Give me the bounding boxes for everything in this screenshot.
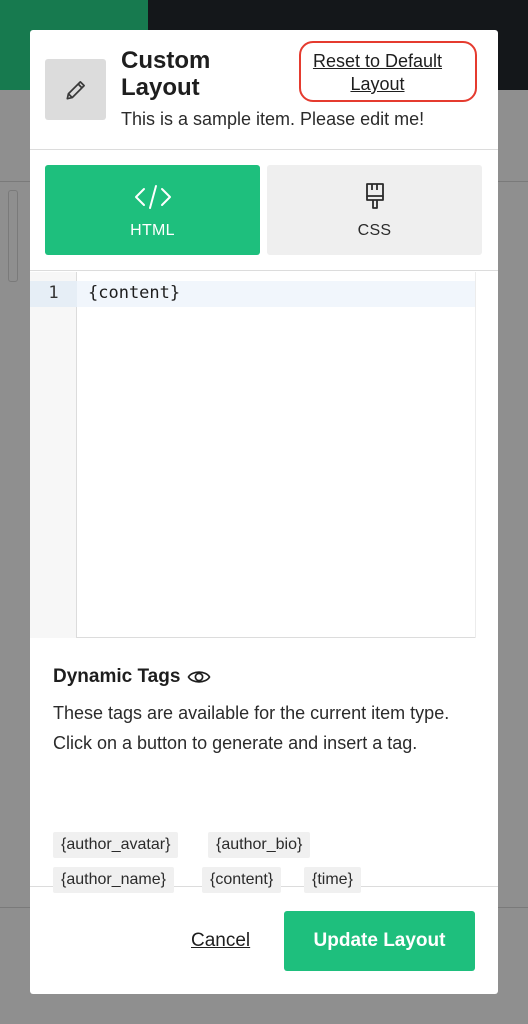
code-line[interactable]: {content} bbox=[88, 281, 180, 305]
modal-footer: Cancel Update Layout bbox=[30, 888, 498, 994]
editor-scrollbar[interactable] bbox=[475, 272, 498, 638]
line-number: 1 bbox=[30, 281, 77, 307]
editor-gutter bbox=[30, 272, 77, 638]
reset-to-default-link[interactable]: Reset to Default Layout bbox=[307, 50, 448, 96]
code-icon bbox=[134, 181, 172, 213]
cancel-button[interactable]: Cancel bbox=[191, 930, 250, 952]
modal-header: Custom Layout This is a sample item. Ple… bbox=[30, 30, 498, 150]
tab-html[interactable]: HTML bbox=[45, 165, 260, 255]
tab-css[interactable]: CSS bbox=[267, 165, 482, 255]
modal-subtitle: This is a sample item. Please edit me! bbox=[121, 109, 425, 129]
custom-layout-modal: Custom Layout This is a sample item. Ple… bbox=[30, 30, 498, 994]
dynamic-tags-description: These tags are available for the current… bbox=[53, 703, 450, 753]
dynamic-tags-title: Dynamic Tags bbox=[53, 666, 181, 687]
eye-icon[interactable] bbox=[187, 668, 211, 686]
modal-title: Custom Layout bbox=[121, 47, 211, 101]
update-layout-button[interactable]: Update Layout bbox=[284, 911, 475, 971]
tab-css-label: CSS bbox=[357, 221, 392, 239]
dynamic-tags-section: Dynamic Tags These tags are available fo… bbox=[30, 638, 498, 893]
tag-button-author-avatar[interactable]: {author_avatar} bbox=[53, 832, 179, 858]
code-editor[interactable]: 1 {content} bbox=[30, 272, 498, 638]
paintbrush-icon bbox=[363, 181, 387, 213]
editor-tabs: HTML CSS bbox=[30, 150, 498, 271]
background-handle bbox=[8, 190, 18, 282]
pencil-icon bbox=[45, 59, 106, 120]
dynamic-tags-header: Dynamic Tags bbox=[53, 666, 211, 688]
tab-html-label: HTML bbox=[130, 221, 175, 239]
tag-button-author-bio[interactable]: {author_bio} bbox=[208, 832, 311, 858]
